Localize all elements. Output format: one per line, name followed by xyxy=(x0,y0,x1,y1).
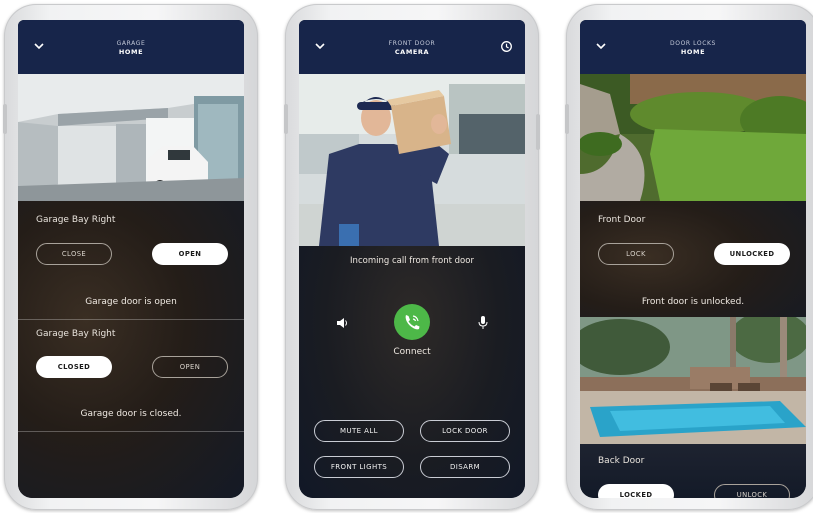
header-title-line1: DOOR LOCKS xyxy=(670,40,716,47)
header-title-line2: HOME xyxy=(118,48,144,56)
header-title: FRONT DOOR CAMERA xyxy=(299,40,525,56)
side-button xyxy=(284,104,288,134)
app-header: FRONT DOOR CAMERA xyxy=(299,20,525,74)
lock-button[interactable]: LOCK xyxy=(598,243,674,265)
header-title-line1: FRONT DOOR xyxy=(388,40,436,47)
back-door-controls-panel: Back Door LOCKED UNLOCK xyxy=(580,444,806,498)
connect-call-button[interactable] xyxy=(394,304,430,340)
unlocked-button[interactable]: UNLOCKED xyxy=(714,243,790,265)
app-header: GARAGE HOME xyxy=(18,20,244,74)
lock-door-button[interactable]: LOCK DOOR xyxy=(420,420,510,442)
camera-screen: FRONT DOOR CAMERA Incoming call from fro… xyxy=(299,20,525,498)
front-door-camera-feed xyxy=(299,74,525,246)
header-title-line2: HOME xyxy=(680,48,706,56)
section-label: Back Door xyxy=(598,456,645,466)
door-locks-screen: DOOR LOCKS HOME Front Door LOCK UNLOCKED xyxy=(580,20,806,498)
microphone-icon[interactable] xyxy=(477,315,489,331)
header-title: DOOR LOCKS HOME xyxy=(580,40,806,56)
phone-icon xyxy=(405,315,420,330)
disarm-button[interactable]: DISARM xyxy=(420,456,510,478)
connect-label: Connect xyxy=(393,347,431,357)
phone-front-door: FRONT DOOR CAMERA Incoming call from fro… xyxy=(284,4,540,510)
header-title-line2: CAMERA xyxy=(394,48,430,56)
mute-all-button[interactable]: MUTE ALL xyxy=(314,420,404,442)
garage-controls-panel: Garage Bay Right CLOSE OPEN Garage door … xyxy=(18,201,244,498)
phone-door-locks: DOOR LOCKS HOME Front Door LOCK UNLOCKED xyxy=(565,4,813,510)
phone-garage: GARAGE HOME Garage Bay Right CLOSE OPEN … xyxy=(3,4,258,510)
back-door-camera-image xyxy=(580,317,806,444)
front-door-camera-image xyxy=(580,74,806,201)
locked-button[interactable]: LOCKED xyxy=(598,484,674,498)
status-text: Garage door is open xyxy=(85,297,177,307)
header-title: GARAGE HOME xyxy=(18,40,244,56)
divider xyxy=(18,431,244,432)
closed-button[interactable]: CLOSED xyxy=(36,356,112,378)
call-panel: Incoming call from front door Connect MU… xyxy=(299,246,525,498)
section-label: Front Door xyxy=(598,215,646,225)
front-lights-button[interactable]: FRONT LIGHTS xyxy=(314,456,404,478)
section-label: Garage Bay Right xyxy=(36,329,116,339)
history-icon[interactable] xyxy=(500,40,513,53)
open-button[interactable]: OPEN xyxy=(152,243,228,265)
app-header: DOOR LOCKS HOME xyxy=(580,20,806,74)
speaker-icon[interactable] xyxy=(335,316,349,330)
open-button[interactable]: OPEN xyxy=(152,356,228,378)
status-text: Garage door is closed. xyxy=(80,409,182,419)
incoming-call-text: Incoming call from front door xyxy=(350,256,474,266)
side-button xyxy=(536,114,540,150)
status-text: Front door is unlocked. xyxy=(641,297,745,307)
garage-screen: GARAGE HOME Garage Bay Right CLOSE OPEN … xyxy=(18,20,244,498)
side-button xyxy=(3,104,7,134)
close-button[interactable]: CLOSE xyxy=(36,243,112,265)
section-label: Garage Bay Right xyxy=(36,215,116,225)
divider xyxy=(18,319,244,320)
side-button xyxy=(565,104,569,134)
unlock-button[interactable]: UNLOCK xyxy=(714,484,790,498)
header-title-line1: GARAGE xyxy=(116,40,146,47)
garage-camera-image xyxy=(18,74,244,201)
